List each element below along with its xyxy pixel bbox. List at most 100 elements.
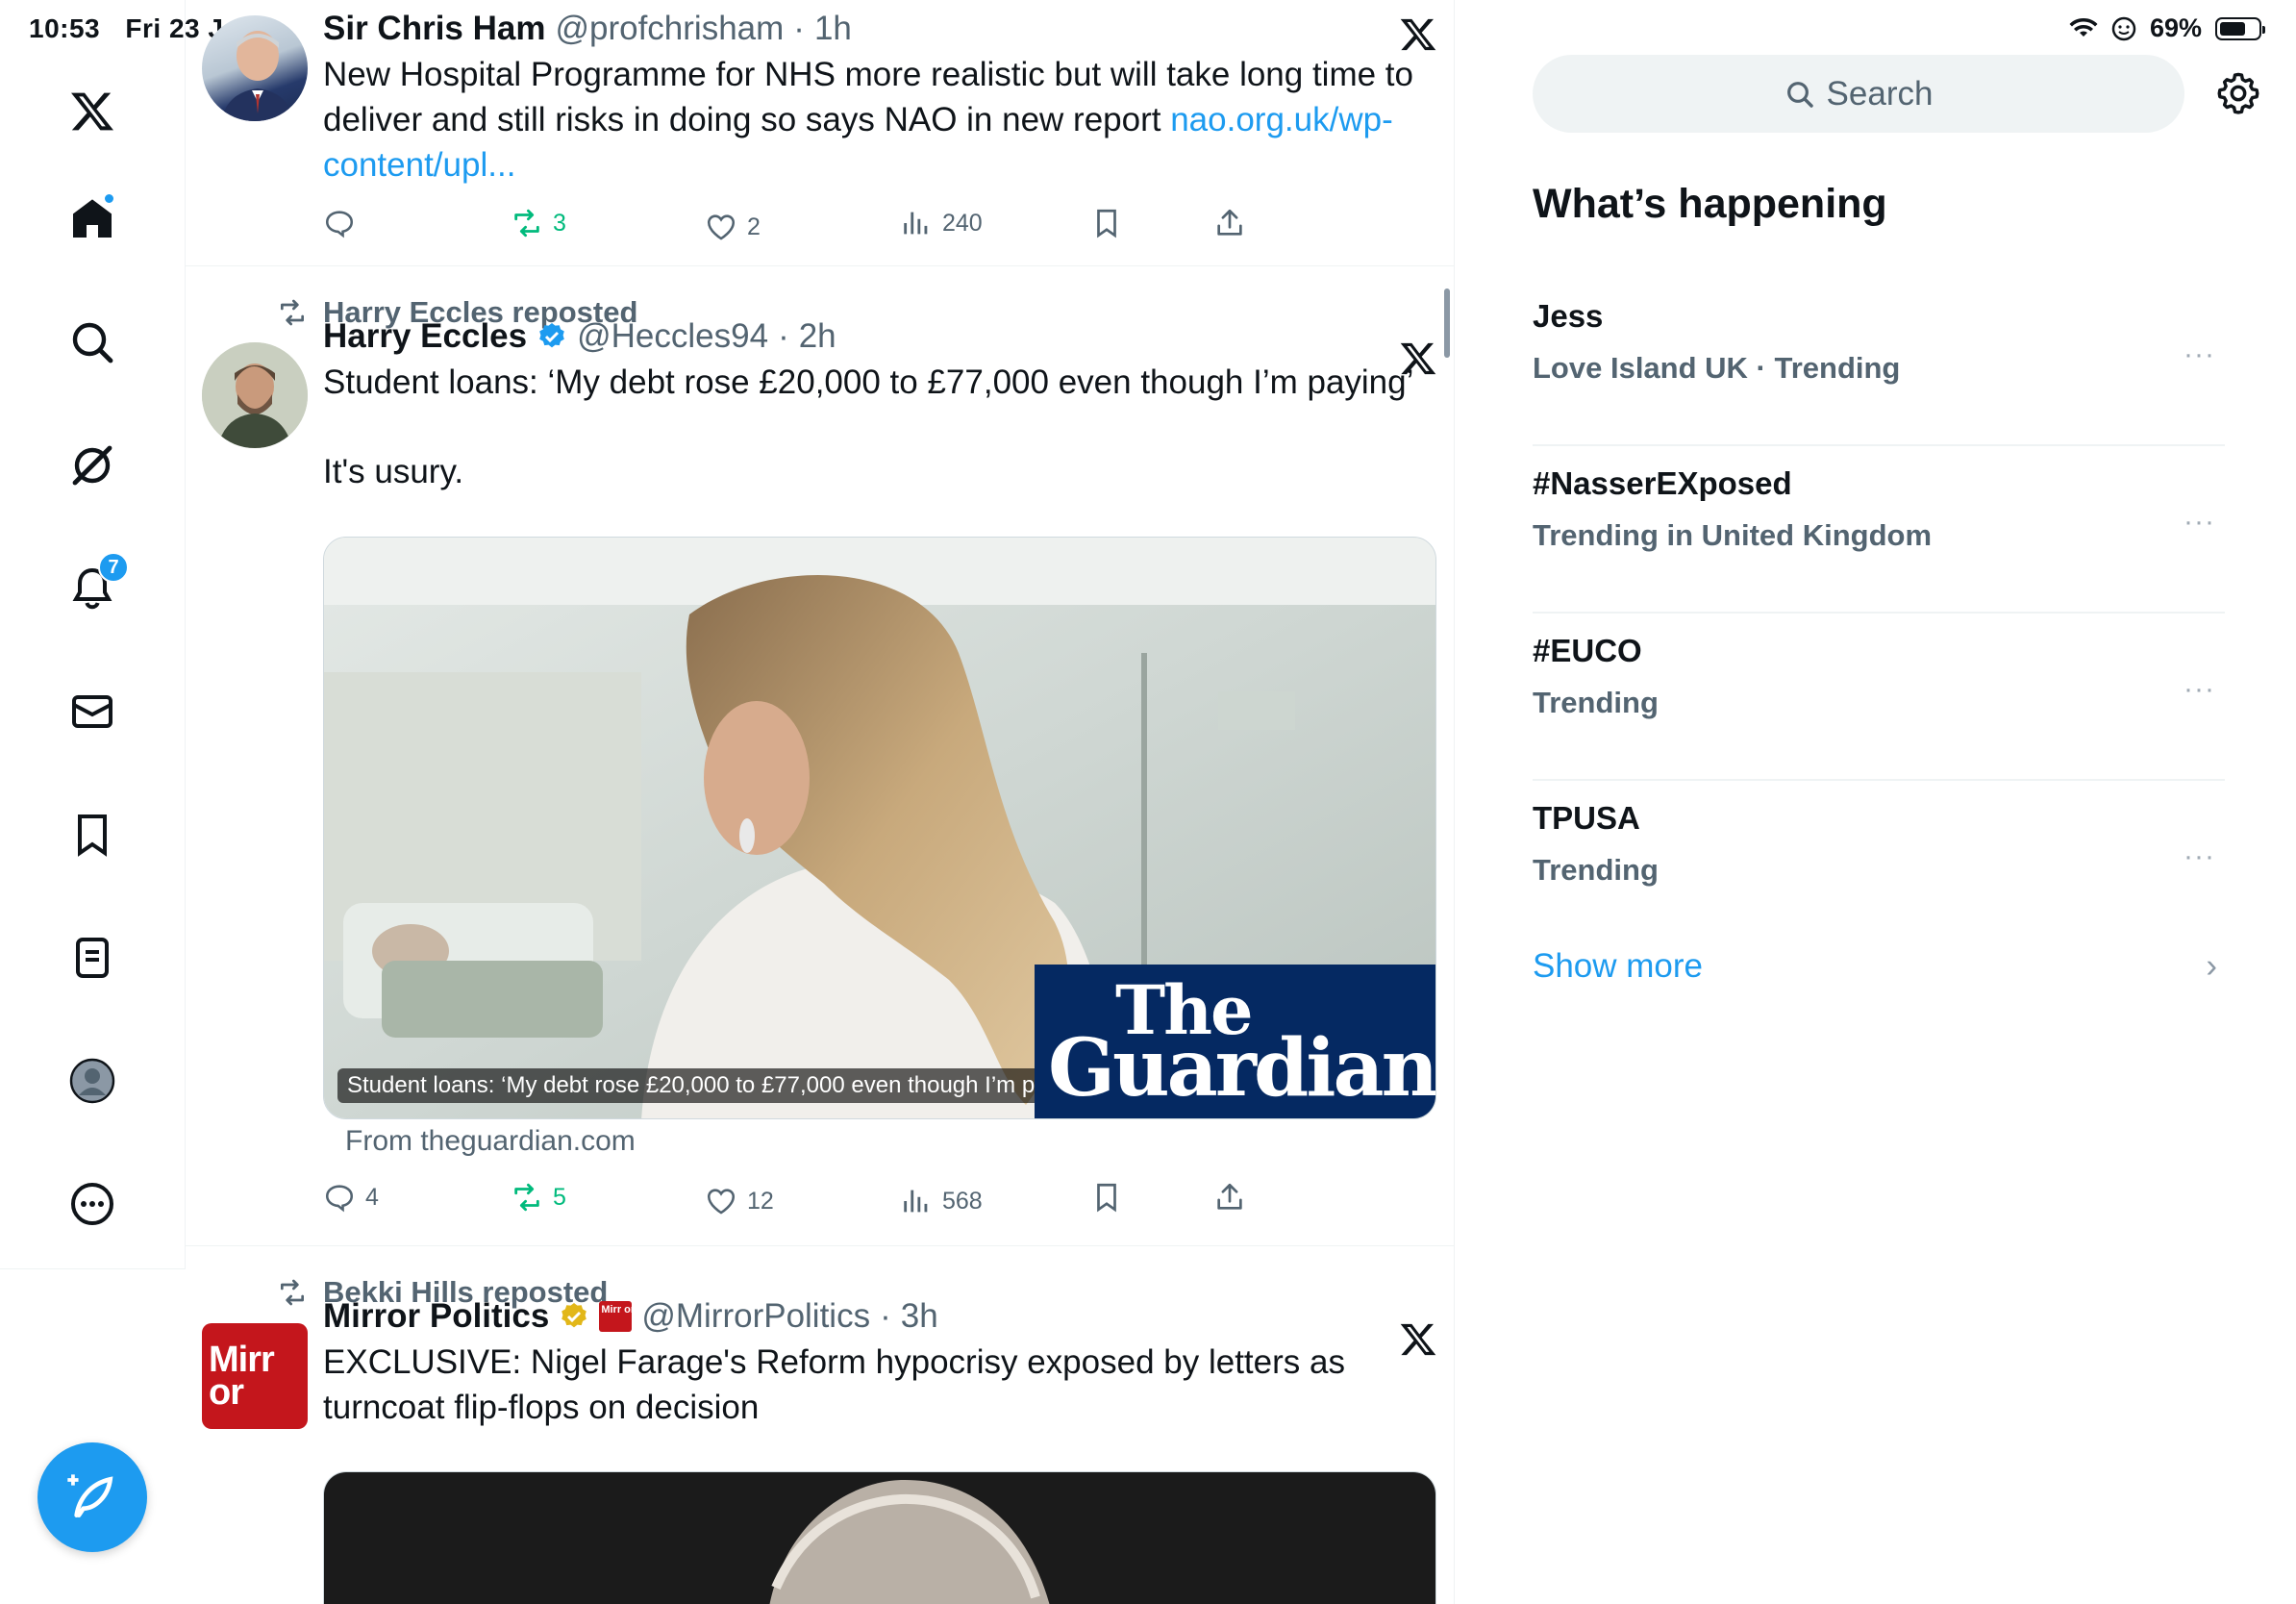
battery-fill [2220,21,2246,36]
repost-icon [281,299,304,326]
x-logo-icon[interactable] [58,77,127,146]
trend-meta: Love Island UK · Trending [1533,351,1901,385]
settings-button[interactable] [2216,71,2260,115]
nav-messages[interactable] [58,677,127,746]
repost-icon [514,1183,539,1212]
avatar-photo [221,31,294,121]
reply-icon [325,211,354,238]
verified-badge-icon [539,323,564,348]
trend-meta: Trending in United Kingdom [1533,518,1933,552]
avatar[interactable]: Mirr or [202,1323,308,1429]
bookmark-icon [78,815,107,857]
link-card-image[interactable]: Student loans: ‘My debt rose £20,000 to … [323,537,1436,1119]
nav-explore[interactable] [58,308,127,377]
post-time[interactable]: 3h [901,1297,938,1336]
nav-home[interactable] [58,185,127,254]
timeline[interactable]: Sir Chris Ham @profchrisham · 1h New Hos… [186,0,1455,1604]
author-handle[interactable]: @Heccles94 [577,317,768,356]
more-options-icon[interactable]: ··· [2184,840,2215,873]
status-indicators: 69% [2069,13,2265,43]
like-button[interactable]: 12 [705,1185,774,1217]
reply-icon [325,1185,354,1213]
trend-name: #EUCO [1533,633,1642,668]
bookmark-button[interactable] [1090,1181,1123,1214]
reply-button[interactable] [323,207,365,239]
like-button[interactable]: 2 [705,211,761,243]
nav-notifications[interactable]: 7 [58,552,129,623]
dot-separator: · [880,1297,891,1335]
bookmark-button[interactable] [1090,207,1123,239]
post-chris-ham[interactable]: Sir Chris Ham @profchrisham · 1h New Hos… [186,0,1454,266]
search-placeholder: Search [1826,74,1934,113]
repost-count: 5 [553,1183,566,1211]
timeline-scrollbar[interactable] [1444,288,1450,358]
more-circle-icon [71,1183,113,1225]
search-input[interactable]: Search [1533,55,2184,133]
views-button[interactable]: 240 [900,207,983,239]
post-time[interactable]: 1h [814,10,852,48]
card-source[interactable]: From theguardian.com [345,1125,636,1158]
post-actions: 3 2 240 [323,207,1265,245]
trend-item[interactable]: TPUSA Trending ··· [1533,781,2225,948]
nav-lists[interactable] [58,923,127,992]
post-image[interactable] [323,1471,1436,1604]
nav-more[interactable] [58,1169,127,1239]
repost-button[interactable]: 3 [511,207,566,239]
avatar-icon [69,1058,115,1104]
avatar[interactable] [202,342,308,448]
views-count: 240 [942,209,983,237]
affiliate-badge[interactable]: Mirr or [599,1301,633,1332]
avatar[interactable] [202,15,308,121]
trend-item[interactable]: #NasserEXposed Trending in United Kingdo… [1533,446,2225,614]
reply-button[interactable]: 4 [323,1181,379,1214]
post-mirror-politics[interactable]: Bekki Hills reposted Mirr or Mirror Poli… [186,1246,1454,1604]
bookmark-icon [1097,1183,1116,1213]
views-button[interactable]: 568 [900,1185,983,1217]
like-count: 12 [747,1187,774,1215]
more-options-icon[interactable]: ··· [2184,338,2215,371]
avatar-photo [202,342,308,448]
trend-name: Jess [1533,298,1604,334]
repost-icon [281,1279,304,1306]
heart-icon [707,214,736,240]
author-handle[interactable]: @profchrisham [555,10,784,48]
grok-icon [72,445,112,486]
more-options-icon[interactable]: ··· [2184,506,2215,539]
post-text: New Hospital Programme for NHS more real… [323,52,1435,188]
gear-icon [2217,72,2259,114]
views-icon [904,1190,928,1213]
x-source-icon [1400,1323,1436,1356]
share-button[interactable] [1213,1181,1246,1214]
show-more-link[interactable]: Show more › [1533,947,2225,986]
nav-grok[interactable] [58,431,127,500]
trend-item[interactable]: Jess Love Island UK · Trending ··· [1533,279,2225,446]
compose-icon [67,1474,113,1517]
avatar-text: Mirr or [209,1340,275,1413]
trend-item[interactable]: #EUCO Trending ··· [1533,614,2225,781]
repost-icon [514,209,539,238]
author-name[interactable]: Sir Chris Ham [323,10,545,48]
show-more-label: Show more [1533,947,1704,985]
nav-profile[interactable] [58,1046,127,1115]
search-icon [1786,81,1813,108]
post-text: EXCLUSIVE: Nigel Farage's Reform hypocri… [323,1343,1345,1426]
card-caption: Student loans: ‘My debt rose £20,000 to … [337,1068,1105,1103]
author-name[interactable]: Harry Eccles [323,317,527,356]
post-text: Student loans: ‘My debt rose £20,000 to … [323,363,1414,401]
share-button[interactable] [1213,207,1246,239]
repost-count: 3 [553,209,566,237]
author-handle[interactable]: @MirrorPolitics [641,1297,870,1336]
post-text-2: It's usury. [323,453,464,490]
trend-meta: Trending [1533,853,1659,887]
compose-button[interactable] [37,1442,147,1552]
nav-bookmarks[interactable] [58,800,127,869]
post-time[interactable]: 2h [799,317,836,356]
post-header: Sir Chris Ham @profchrisham · 1h [323,10,1435,48]
repost-button[interactable]: 5 [511,1181,566,1214]
trend-name: #NasserEXposed [1533,465,1792,501]
more-options-icon[interactable]: ··· [2184,673,2215,706]
post-harry-eccles[interactable]: Harry Eccles reposted Harry Eccles @Hecc… [186,266,1454,1246]
notification-badge: 7 [98,552,129,583]
battery-icon [2215,16,2265,40]
author-name[interactable]: Mirror Politics [323,1297,549,1336]
